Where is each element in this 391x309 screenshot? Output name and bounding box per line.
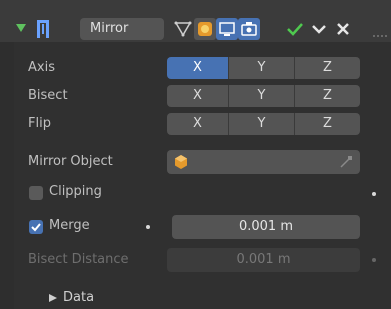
axis-z-toggle[interactable]: Z <box>295 57 360 79</box>
axis-y-toggle[interactable]: Y <box>229 57 295 79</box>
eyedropper-icon[interactable] <box>338 154 354 170</box>
data-subpanel-arrow-icon[interactable] <box>48 292 58 307</box>
merge-distance-field[interactable]: 0.001 m <box>172 215 360 239</box>
flip-y-toggle[interactable]: Y <box>229 113 295 135</box>
clipping-checkbox[interactable] <box>29 186 43 200</box>
modifier-name-field[interactable]: Mirror <box>80 18 164 40</box>
mirror-modifier-icon <box>34 18 52 40</box>
data-subpanel-label[interactable]: Data <box>63 290 94 305</box>
bisect-z-toggle[interactable]: Z <box>295 85 360 107</box>
close-icon[interactable] <box>332 18 354 40</box>
mirror-modifier-panel: Mirror Axis X Y Z Bisect X Y Z Flip X Y … <box>0 0 391 309</box>
flip-z-toggle[interactable]: Z <box>295 113 360 135</box>
merge-keyframe-dot[interactable] <box>146 225 150 229</box>
bisect-x-toggle[interactable]: X <box>167 85 229 107</box>
clipping-keyframe-dot[interactable] <box>372 192 376 196</box>
apply-checkmark-icon[interactable] <box>284 18 306 40</box>
dropdown-icon[interactable] <box>308 18 330 40</box>
object-icon <box>173 154 189 170</box>
realtime-display-icon[interactable] <box>216 18 238 40</box>
clipping-label[interactable]: Clipping <box>49 184 102 199</box>
edit-mode-cage-icon[interactable] <box>172 18 194 40</box>
bisect-distance-keyframe-dot <box>372 258 376 262</box>
bisect-distance-field: 0.001 m <box>167 248 360 272</box>
flip-label: Flip <box>28 116 51 131</box>
expand-arrow-icon[interactable] <box>16 24 26 32</box>
checkmark-icon <box>31 223 41 232</box>
bisect-label: Bisect <box>28 88 68 103</box>
mirror-object-label: Mirror Object <box>28 154 113 169</box>
flip-x-toggle[interactable]: X <box>167 113 229 135</box>
render-icon[interactable] <box>238 18 260 40</box>
bisect-y-toggle[interactable]: Y <box>229 85 295 107</box>
merge-checkbox[interactable] <box>29 220 43 234</box>
panel-left-gutter <box>0 42 14 309</box>
bisect-distance-label: Bisect Distance <box>28 252 129 267</box>
axis-x-toggle[interactable]: X <box>167 57 229 79</box>
mirror-object-field[interactable] <box>167 150 360 174</box>
merge-label[interactable]: Merge <box>49 218 90 233</box>
drag-handle-icon[interactable] <box>372 27 388 37</box>
on-cage-icon[interactable] <box>194 18 216 40</box>
axis-label: Axis <box>28 60 55 75</box>
